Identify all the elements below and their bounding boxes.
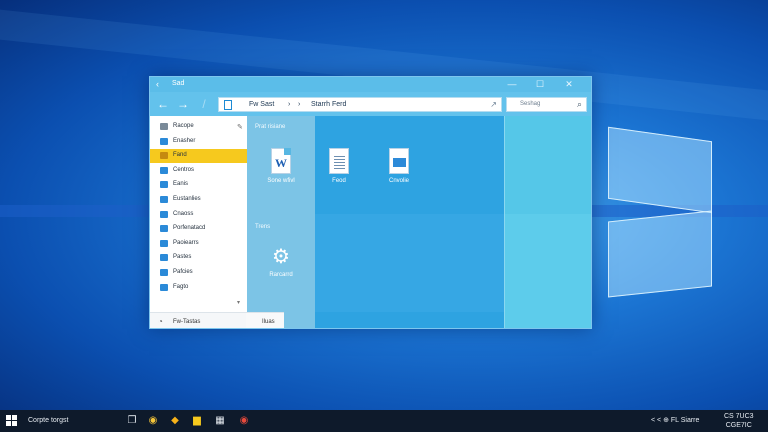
folder-icon [160, 123, 168, 130]
section-heading: Prat risiane [255, 124, 286, 130]
folder-icon [160, 225, 168, 233]
sidebar-item[interactable]: Cnaoss [150, 208, 247, 222]
file-item[interactable]: Feod [315, 148, 363, 185]
breadcrumb-chevron-icon[interactable]: › [288, 101, 290, 108]
sidebar-item-label: Fand [173, 152, 187, 159]
clock-date: CGE7IC [725, 422, 752, 429]
maximize-button[interactable]: ☐ [526, 78, 554, 91]
file-explorer-icon[interactable]: ▆ [189, 413, 205, 429]
sidebar-item-label: Paoiearrs [173, 239, 199, 246]
folder-icon [160, 269, 168, 276]
file-name: Sone wfivl [267, 178, 295, 184]
folder-icon [160, 137, 168, 145]
sidebar-item-label: Pafcies [173, 269, 193, 275]
folder-icon [160, 166, 168, 174]
sidebar-item[interactable]: Centros [150, 164, 247, 178]
sidebar-item[interactable]: Pafcies [150, 266, 247, 280]
breadcrumb-segment[interactable]: Starrh Ferd [311, 101, 346, 108]
navigation-pane-footer: ◔ Fw-Tastas [150, 312, 247, 328]
files-area: Feod Cnvolie [315, 116, 504, 328]
sidebar-item-label: Eustanlies [173, 196, 201, 202]
file-name: Rarcarrd [269, 272, 293, 278]
sidebar-item[interactable]: Paoiearrs [150, 237, 247, 251]
word-doc-icon: W [271, 148, 291, 174]
store-icon[interactable]: ◆ [167, 413, 183, 429]
settings-item[interactable]: ⚙ Rarcarrd [257, 246, 305, 279]
sidebar-item-label: Fagto [173, 283, 189, 290]
folder-icon [160, 254, 168, 262]
blue-doc-icon [389, 148, 409, 174]
chrome-icon[interactable]: ◉ [236, 413, 252, 429]
folder-icon [160, 152, 168, 160]
preview-pane [504, 116, 591, 328]
text-doc-icon [329, 148, 349, 174]
sidebar-item-label: Porfenatacd [173, 225, 206, 232]
logo-pane-lower [608, 210, 712, 298]
sidebar-item-label: Eanis [173, 181, 189, 188]
folder-icon [224, 100, 232, 110]
scroll-down-icon[interactable]: ▾ [237, 299, 240, 306]
address-bar[interactable]: Fw Sast › › Starrh Ferd ↗ [218, 97, 502, 112]
sidebar-item-label: Pastes [173, 254, 192, 261]
task-view-icon[interactable]: ❐ [124, 413, 140, 429]
clock[interactable]: CS 7UC3 CGE7IC [724, 412, 754, 430]
sidebar-item-label: Enasher [173, 137, 196, 144]
network-icon: ◔ [158, 317, 163, 326]
status-label: Iluas [262, 319, 275, 325]
file-name: Cnvolie [388, 178, 409, 184]
section-heading: Trens [255, 224, 271, 230]
close-button[interactable]: ✕ [555, 78, 583, 91]
logo-pane-upper [608, 126, 712, 214]
windows-logo-graphic [600, 120, 720, 310]
status-item[interactable]: Iluas [246, 312, 284, 328]
window-back-icon[interactable]: ‹ [156, 79, 159, 89]
file-item[interactable]: W Sone wfivl [257, 148, 305, 185]
sidebar-item[interactable]: Eustanlies [150, 193, 247, 207]
file-list-column: Prat risiane W Sone wfivl Trens ⚙ Rarcar… [246, 116, 315, 328]
breadcrumb-chevron-icon[interactable]: › [298, 101, 300, 108]
sidebar-item[interactable]: Enasher [150, 135, 247, 149]
taskbar: Corpte torgst ❐ ◉ ◆ ▆ ▦ ◉ < < ⊕ FL Siarre CS … [0, 410, 768, 432]
folder-icon [160, 181, 168, 189]
sidebar-item[interactable]: Fagto [150, 281, 247, 295]
sidebar-item-label: Cnaoss [173, 210, 194, 217]
file-name: Feod [332, 178, 346, 184]
file-item[interactable]: Cnvolie [375, 148, 423, 185]
folder-icon [160, 239, 168, 247]
pin-icon[interactable]: ✎ [237, 123, 243, 131]
navigation-toolbar: ← → / Fw Sast › › Starrh Ferd ↗ Seshag ⌕ [150, 92, 591, 116]
minimize-button[interactable]: — [498, 78, 526, 91]
refresh-icon[interactable]: ↗ [490, 100, 497, 109]
settings-gear-icon: ⚙ [272, 246, 290, 268]
back-arrow-icon[interactable]: ← [155, 96, 171, 112]
clock-time: CS 7UC3 [724, 413, 754, 420]
breadcrumb-segment[interactable]: Fw Sast [249, 101, 274, 108]
sidebar-item[interactable]: Racope [150, 120, 247, 134]
sidebar-item[interactable]: Pastes [150, 251, 247, 265]
sidebar-item-label: Centros [173, 166, 195, 173]
folder-icon [160, 283, 168, 291]
sidebar-item[interactable]: Eanis [150, 178, 247, 192]
up-arrow-icon[interactable]: / [196, 96, 212, 112]
folder-icon [160, 196, 168, 203]
start-windows-icon[interactable] [6, 415, 18, 427]
footer-label[interactable]: Fw-Tastas [173, 319, 200, 325]
sidebar-item[interactable]: Porfenatacd [150, 222, 247, 236]
navigation-pane: Racope Enasher Fand Centros Eanis Eustanlies C… [150, 116, 247, 328]
calendar-icon[interactable]: ▦ [212, 413, 228, 429]
search-icon[interactable]: ⌕ [577, 99, 582, 110]
forward-arrow-icon[interactable]: → [175, 96, 191, 112]
browser-icon[interactable]: ◉ [145, 413, 161, 429]
taskbar-search[interactable]: Corpte torgst [22, 410, 122, 432]
window-title: Sad [172, 80, 185, 87]
folder-icon [160, 210, 168, 218]
search-placeholder: Seshag [520, 101, 541, 107]
sidebar-item-label: Racope [173, 123, 194, 129]
system-tray[interactable]: < < ⊕ FL Siarre [651, 416, 699, 424]
search-box[interactable]: Seshag ⌕ [506, 97, 587, 112]
file-explorer-window[interactable]: ‹ Sad — ☐ ✕ ← → / Fw Sast › › Starrh Fer… [149, 76, 592, 329]
sidebar-item[interactable]: Fand [150, 149, 247, 164]
title-bar[interactable]: ‹ Sad — ☐ ✕ [150, 77, 591, 92]
